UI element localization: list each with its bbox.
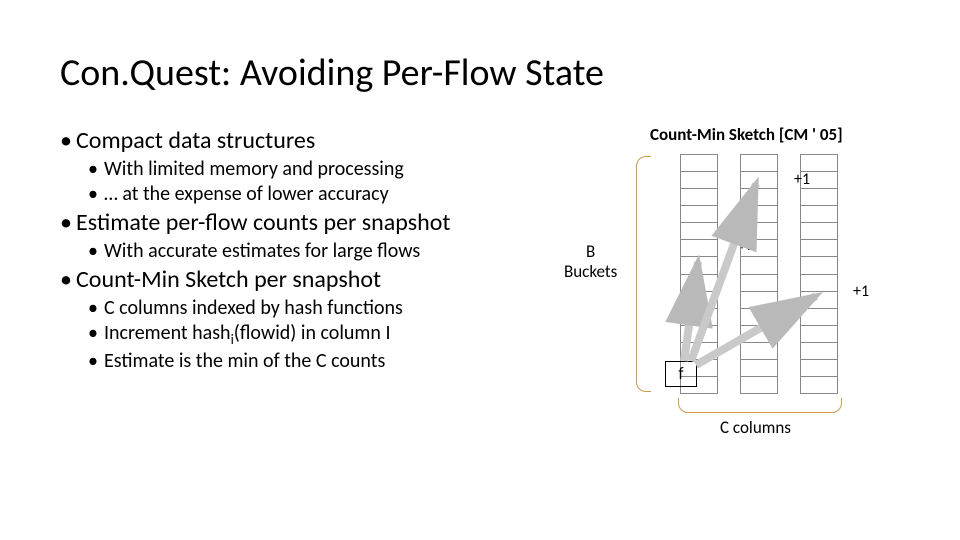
sketch-column-2 bbox=[740, 154, 778, 394]
bullet-icon: • bbox=[88, 349, 104, 373]
bullet-2a-text: With accurate estimates for large flows bbox=[104, 239, 560, 263]
plus1-label-1: +1 bbox=[794, 170, 810, 189]
bullet-2: • Estimate per-flow counts per snapshot bbox=[60, 208, 560, 237]
bullet-1-text: Compact data structures bbox=[76, 126, 560, 155]
bullet-icon: • bbox=[60, 126, 76, 155]
plus1-label-2: +1 bbox=[738, 236, 754, 255]
bullet-3: • Count-Min Sketch per snapshot bbox=[60, 265, 560, 294]
bullet-3-text: Count-Min Sketch per snapshot bbox=[76, 265, 560, 294]
bullet-icon: • bbox=[88, 182, 104, 206]
bullet-icon: • bbox=[60, 265, 76, 294]
bullet-3a-text: C columns indexed by hash functions bbox=[104, 296, 560, 320]
bullet-1b-text: … at the expense of lower accuracy bbox=[104, 182, 560, 206]
bullet-3b-pre: Increment hash bbox=[104, 321, 231, 345]
bullet-1a-text: With limited memory and processing bbox=[104, 157, 560, 181]
bullet-2a: • With accurate estimates for large flow… bbox=[88, 239, 560, 263]
page-title: Con.Quest: Avoiding Per-Flow State bbox=[60, 50, 900, 96]
bullet-icon: • bbox=[88, 296, 104, 320]
plus1-label-3: +1 bbox=[853, 282, 869, 301]
slide: Con.Quest: Avoiding Per-Flow State • Com… bbox=[0, 0, 960, 540]
bullet-icon: • bbox=[88, 321, 104, 345]
bullet-1: • Compact data structures bbox=[60, 126, 560, 155]
bullet-icon: • bbox=[88, 157, 104, 181]
buckets-label-buckets: Buckets bbox=[564, 261, 617, 282]
bullet-3b-post: (flowid) in column I bbox=[234, 321, 391, 345]
bullet-1a: • With limited memory and processing bbox=[88, 157, 560, 181]
bullet-2-text: Estimate per-flow counts per snapshot bbox=[76, 208, 560, 237]
buckets-label: B Buckets bbox=[564, 242, 617, 281]
brace-horizontal bbox=[678, 398, 842, 413]
columns-label: C columns bbox=[720, 417, 791, 438]
bullet-3b-text: Increment hashi(flowid) in column I bbox=[104, 321, 560, 348]
bullet-icon: • bbox=[60, 208, 76, 237]
bullet-icon: • bbox=[88, 239, 104, 263]
bullet-3c: • Estimate is the min of the C counts bbox=[88, 349, 560, 373]
bullet-3a: • C columns indexed by hash functions bbox=[88, 296, 560, 320]
bullet-3b: • Increment hashi(flowid) in column I bbox=[88, 321, 560, 348]
bullet-1b: • … at the expense of lower accuracy bbox=[88, 182, 560, 206]
f-node: f bbox=[665, 361, 697, 387]
sketch-column-1 bbox=[680, 154, 718, 394]
brace-vertical bbox=[636, 156, 651, 392]
content-row: • Compact data structures • With limited… bbox=[60, 124, 900, 444]
arrows-overlay bbox=[560, 124, 900, 444]
buckets-label-b: B bbox=[586, 241, 595, 262]
sketch-diagram: Count-Min Sketch [CM ' 05] B Buckets bbox=[560, 124, 900, 444]
bullet-list: • Compact data structures • With limited… bbox=[60, 124, 560, 374]
sketch-column-3 bbox=[800, 154, 838, 394]
bullet-3c-text: Estimate is the min of the C counts bbox=[104, 349, 560, 373]
sketch-caption: Count-Min Sketch [CM ' 05] bbox=[650, 124, 843, 145]
